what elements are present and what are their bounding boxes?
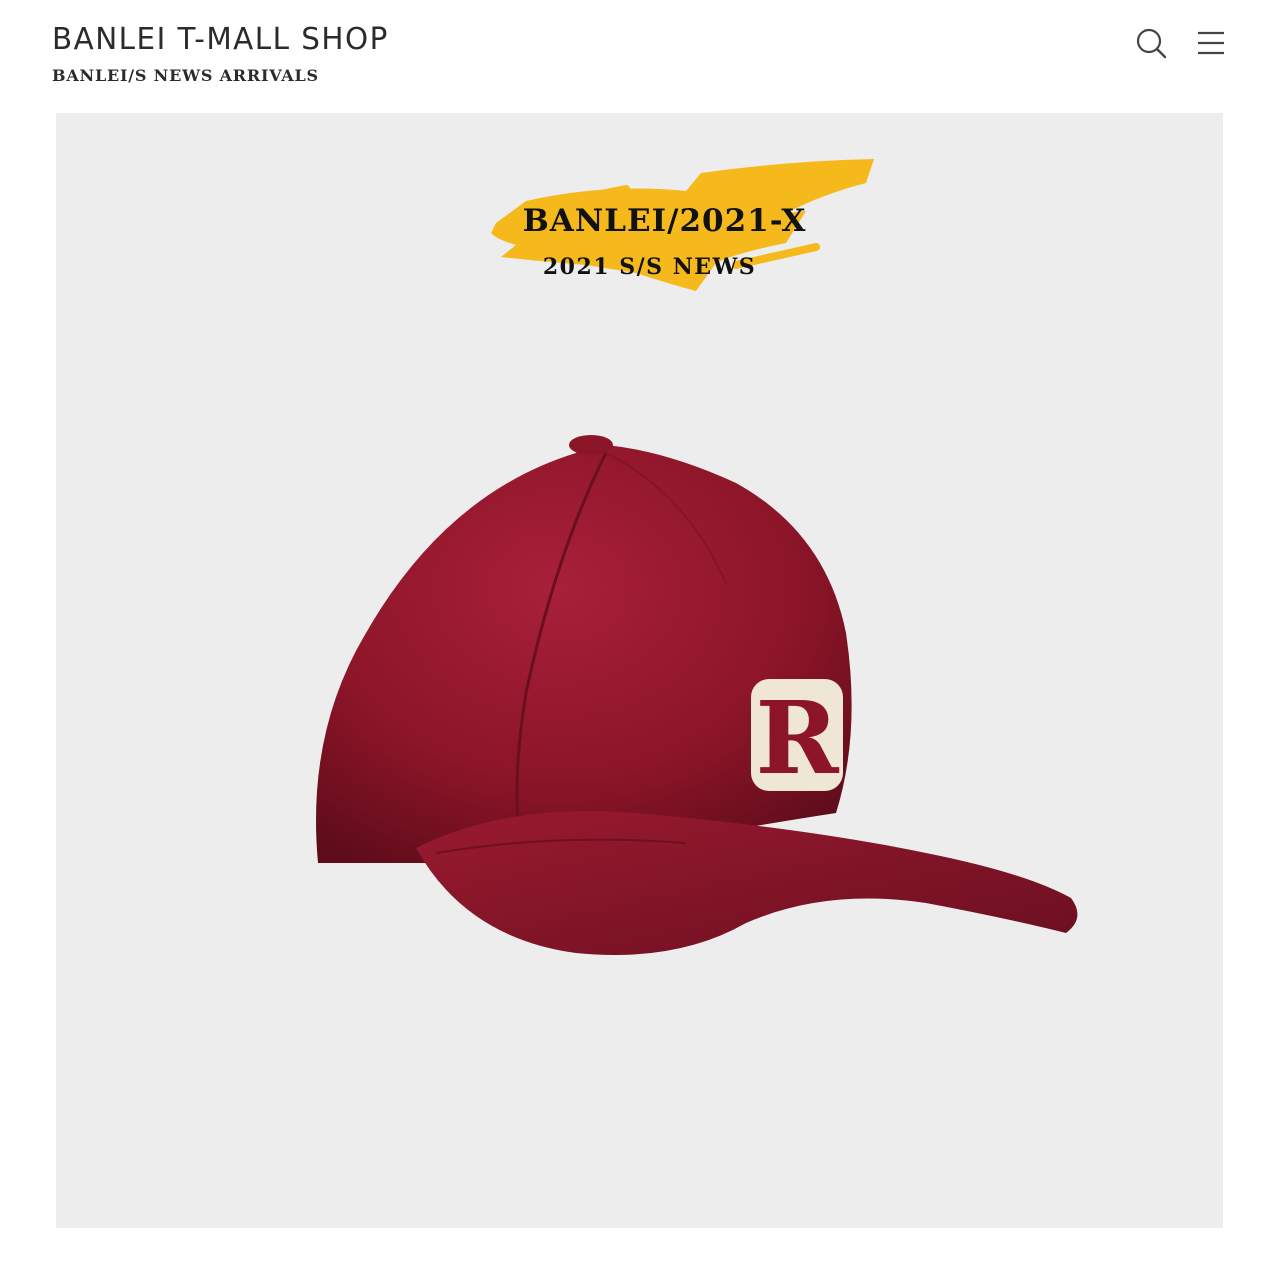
shop-subtitle: BANLEI/S NEWS ARRIVALS	[52, 66, 319, 85]
search-button[interactable]	[1134, 26, 1168, 60]
r-logo-patch: R	[751, 679, 843, 797]
baseball-cap-image: R	[316, 435, 1078, 955]
product-banner[interactable]: BANLEI/2021-X 2021 S/S NEWS R	[56, 113, 1223, 1228]
search-icon	[1136, 28, 1167, 59]
banner-subtitle: 2021 S/S NEWS	[542, 254, 757, 280]
menu-button[interactable]	[1194, 26, 1228, 60]
banner-title: BANLEI/2021-X	[522, 203, 807, 239]
shop-title[interactable]: BANLEI T-MALL SHOP	[52, 22, 389, 57]
svg-text:R: R	[755, 679, 839, 797]
site-header: BANLEI T-MALL SHOP BANLEI/S NEWS ARRIVAL…	[0, 0, 1280, 113]
menu-icon	[1198, 31, 1224, 55]
